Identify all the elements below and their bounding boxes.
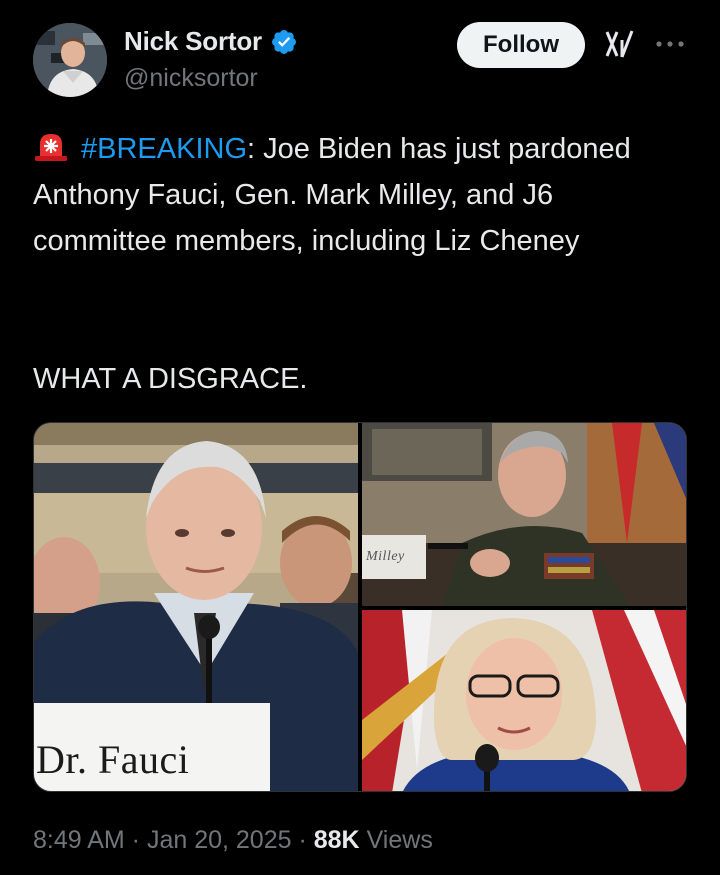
author-handle[interactable]: @nicksortor — [124, 64, 258, 93]
grok-icon[interactable] — [604, 28, 636, 60]
tweet-time[interactable]: 8:49 AM — [33, 826, 125, 854]
nameplate-fauci: Dr. Fauci — [36, 737, 190, 782]
photo-milley[interactable]: Milley — [362, 423, 686, 606]
tweet-second-paragraph: WHAT A DISGRACE. — [33, 363, 308, 395]
views-label: Views — [366, 826, 433, 854]
photo-fauci[interactable]: Dr. Fauci — [34, 423, 358, 791]
author-avatar[interactable] — [33, 23, 107, 97]
more-options-icon[interactable] — [654, 34, 686, 54]
author-display-name[interactable]: Nick Sortor — [124, 26, 262, 57]
meta-separator: · — [124, 826, 147, 854]
tweet-date[interactable]: Jan 20, 2025 — [147, 826, 292, 854]
hashtag-link[interactable]: #BREAKING — [81, 133, 247, 165]
meta-separator: · — [291, 826, 314, 854]
rotating-light-icon — [35, 134, 67, 161]
tweet-text: #BREAKING: Joe Biden has just pardoned A… — [33, 126, 683, 264]
nameplate-milley: Milley — [366, 549, 405, 564]
verified-badge-icon — [271, 29, 296, 54]
follow-button[interactable]: Follow — [457, 22, 585, 68]
views-count[interactable]: 88K — [314, 826, 360, 854]
author-name-row: Nick Sortor — [124, 26, 298, 57]
photo-cheney[interactable] — [362, 610, 686, 791]
tweet-metadata: 8:49 AM · Jan 20, 2025 · 88K Views — [33, 826, 433, 855]
media-grid: Dr. Fauci Milley — [33, 422, 687, 792]
tweet-card: Nick Sortor @nicksortor Follow #BREAKING… — [0, 0, 720, 875]
